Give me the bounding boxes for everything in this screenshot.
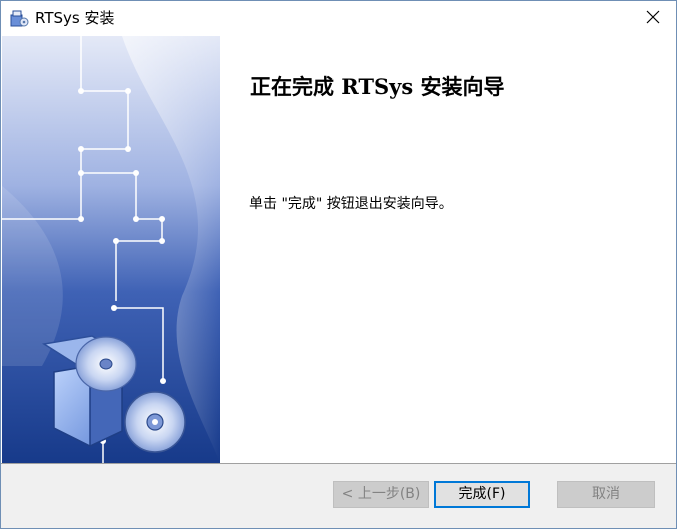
wizard-content: 正在完成 RTSys 安装向导 单击 "完成" 按钮退出安装向导。	[220, 36, 676, 463]
close-icon	[646, 9, 660, 28]
wizard-side-banner	[2, 36, 220, 463]
button-bar: < 上一步(B) 完成(F) 取消	[1, 463, 676, 528]
cancel-button[interactable]: 取消	[557, 481, 655, 508]
close-button[interactable]	[630, 1, 676, 35]
installer-window: RTSys 安装 正在完成 RTSys 安装向导 单击 "完成" 按钮退出安装向…	[0, 0, 677, 529]
installer-box-icon	[9, 8, 29, 28]
title-bar: RTSys 安装	[1, 1, 676, 35]
finish-button[interactable]: 完成(F)	[434, 481, 530, 508]
page-title: 正在完成 RTSys 安装向导	[250, 74, 505, 99]
back-button[interactable]: < 上一步(B)	[333, 481, 429, 508]
instruction-text: 单击 "完成" 按钮退出安装向导。	[249, 196, 453, 212]
window-title: RTSys 安装	[35, 9, 115, 27]
